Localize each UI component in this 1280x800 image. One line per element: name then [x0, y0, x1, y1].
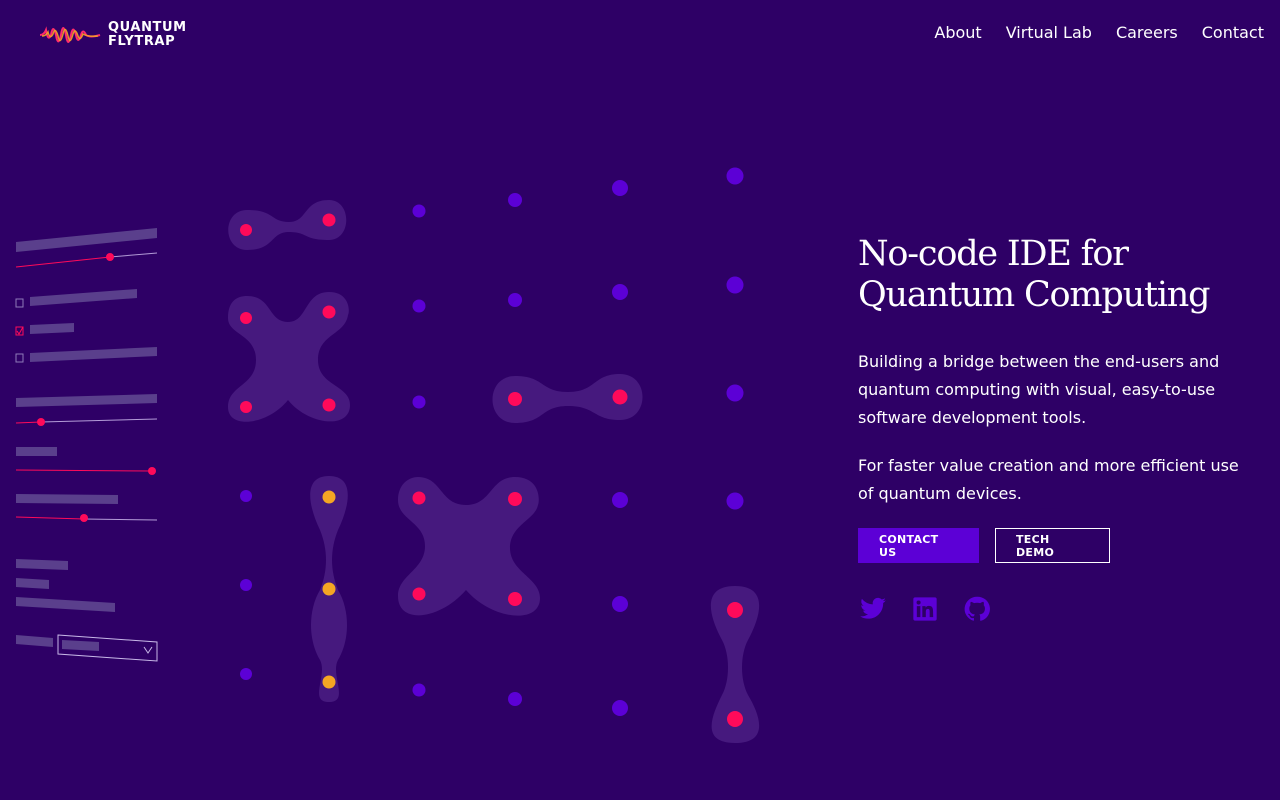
qubit-graph-illustration	[228, 167, 760, 743]
qubit-dot-idle	[240, 490, 252, 502]
slider-handle	[37, 418, 45, 426]
checkbox-icon	[15, 298, 24, 308]
qubit-dot	[240, 224, 252, 236]
qubit-dot	[727, 711, 743, 727]
qubit-dot	[322, 398, 336, 412]
main-nav: About Virtual Lab Careers Contact	[934, 23, 1264, 43]
linkedin-icon[interactable]	[911, 595, 939, 623]
placeholder-bar	[16, 597, 115, 612]
placeholder-bar	[30, 323, 74, 334]
slider-track	[83, 518, 158, 521]
qubit-dot	[508, 492, 522, 506]
checkbox-icon	[15, 353, 24, 363]
nav-link-about[interactable]: About	[934, 23, 981, 43]
placeholder-bar	[16, 228, 157, 252]
qubit-dot	[240, 401, 252, 413]
qubit-dot	[508, 392, 522, 406]
social-links	[859, 595, 1258, 623]
qubit-dot-idle	[726, 492, 744, 510]
qubit-dot	[412, 491, 426, 505]
hero-subdescription: For faster value creation and more effic…	[858, 456, 1239, 503]
slider-track	[40, 418, 158, 423]
qubit-dot-idle	[612, 284, 628, 300]
ui-controls-illustration	[15, 228, 158, 662]
placeholder-bar	[16, 578, 49, 589]
qubit-dot-idle	[612, 492, 628, 508]
brand-logo[interactable]: QUANTUM FLYTRAP	[38, 18, 198, 52]
qubit-dot-idle	[412, 395, 426, 409]
hero-section: No-code IDE for Quantum Computing Buildi…	[858, 234, 1258, 623]
placeholder-bar	[16, 559, 68, 570]
chevron-down-icon	[143, 646, 153, 654]
slider-handle	[80, 514, 88, 522]
qubit-dot-idle	[612, 596, 628, 612]
qubit-dot-idle	[412, 204, 426, 218]
qubit-dot	[612, 389, 628, 405]
qubit-dot	[322, 305, 336, 319]
qubit-dot-orange	[322, 490, 336, 504]
qubit-dot-idle	[240, 579, 252, 591]
slider-track	[109, 252, 158, 258]
qubit-dot-orange	[322, 675, 336, 689]
qubit-dot	[727, 602, 743, 618]
qubit-dot-idle	[726, 276, 744, 294]
placeholder-bar	[16, 494, 118, 504]
nav-link-contact[interactable]: Contact	[1202, 23, 1264, 43]
contact-us-button[interactable]: CONTACT US	[858, 528, 979, 563]
github-icon[interactable]	[963, 595, 991, 623]
slider-handle	[106, 253, 114, 261]
qubit-dot-idle	[726, 167, 744, 185]
brand-name-line2: FLYTRAP	[108, 34, 176, 49]
tech-demo-button[interactable]: TECH DEMO	[995, 528, 1110, 563]
checkmark-icon	[16, 326, 24, 335]
slider-handle	[148, 467, 156, 475]
qubit-dot	[412, 587, 426, 601]
qubit-dot-idle	[508, 692, 522, 706]
qubit-dot-idle	[508, 293, 522, 307]
nav-link-careers[interactable]: Careers	[1116, 23, 1178, 43]
qubit-dot-idle	[726, 384, 744, 402]
qubit-dot-idle	[612, 700, 628, 716]
wave-logo-icon	[39, 26, 101, 43]
slider-track-filled	[15, 469, 153, 472]
placeholder-bar	[30, 347, 157, 362]
qubit-dot-idle	[240, 668, 252, 680]
hero-title: No-code IDE for Quantum Computing	[858, 234, 1258, 316]
qubit-dot-idle	[412, 299, 426, 313]
brand-name-line1: QUANTUM	[108, 20, 187, 35]
hero-description: Building a bridge between the end-users …	[858, 352, 1220, 427]
qubit-dot	[240, 312, 252, 324]
hero-actions: CONTACT US TECH DEMO	[858, 528, 1258, 563]
placeholder-bar	[16, 447, 57, 456]
qubit-dot-orange	[322, 582, 336, 596]
hero-title-line1: No-code IDE for	[858, 234, 1129, 274]
nav-link-virtual-lab[interactable]: Virtual Lab	[1006, 23, 1092, 43]
hero-title-line2: Quantum Computing	[858, 275, 1211, 315]
placeholder-bar	[16, 394, 157, 407]
qubit-dot	[322, 213, 336, 227]
placeholder-bar	[62, 640, 99, 651]
qubit-dot-idle	[412, 683, 426, 697]
slider-track-filled	[15, 256, 111, 268]
qubit-dot	[508, 592, 522, 606]
qubit-dot-idle	[612, 180, 628, 196]
slider-track-filled	[15, 516, 85, 520]
placeholder-bar	[16, 635, 53, 647]
placeholder-bar	[30, 289, 137, 306]
brand-name: QUANTUM FLYTRAP	[108, 21, 187, 49]
twitter-icon[interactable]	[859, 595, 887, 623]
qubit-dot-idle	[508, 193, 522, 207]
